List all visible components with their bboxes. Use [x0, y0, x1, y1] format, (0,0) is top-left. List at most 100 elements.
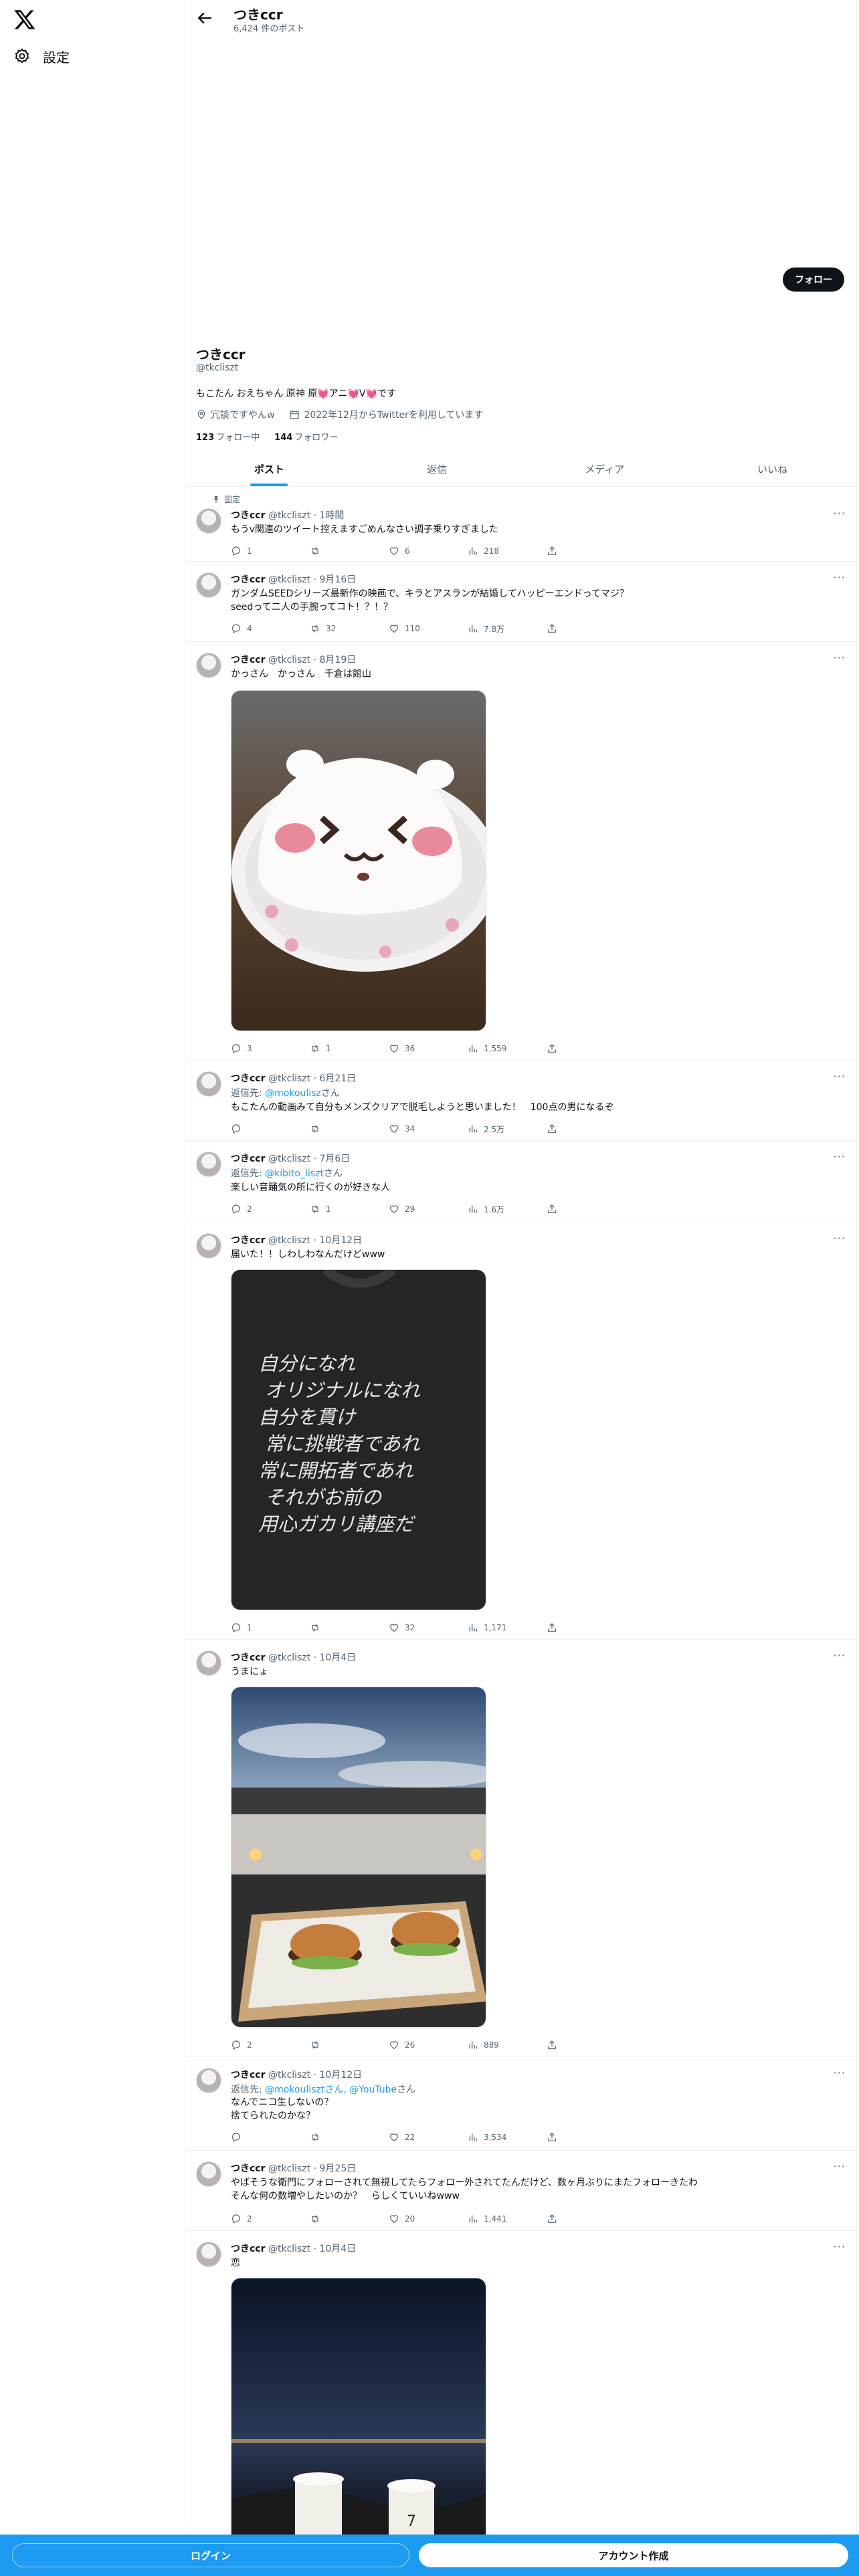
- tweet[interactable]: つきccr @tkcliszt · 6月21日 ··· 返信先: @mokoul…: [185, 1061, 856, 1141]
- views-button[interactable]: 7.8万: [468, 622, 547, 635]
- like-button[interactable]: 26: [389, 2038, 468, 2052]
- reply-button[interactable]: 1: [231, 1621, 310, 1634]
- retweet-button[interactable]: [310, 544, 389, 558]
- tweet[interactable]: つきccr @tkcliszt · 10月12日 ··· 返信先: @mokou…: [185, 2057, 856, 2151]
- more-icon[interactable]: ···: [834, 2160, 846, 2173]
- settings-link[interactable]: 設定: [13, 44, 70, 68]
- avatar[interactable]: [196, 2068, 221, 2093]
- login-button[interactable]: ログイン: [12, 2543, 409, 2567]
- tweet[interactable]: 固定 つきccr @tkcliszt · 1時間 ··· もうv関連のツイート控…: [185, 487, 856, 562]
- more-icon[interactable]: ···: [834, 651, 846, 664]
- retweet-button[interactable]: [310, 2038, 389, 2052]
- tab-media[interactable]: メディア: [521, 452, 689, 486]
- tweet-author[interactable]: つきccr: [231, 2244, 266, 2254]
- reply-button[interactable]: [231, 1122, 310, 1136]
- signup-button[interactable]: アカウント作成: [419, 2543, 848, 2567]
- tweet-author[interactable]: つきccr: [231, 510, 266, 521]
- tweet[interactable]: つきccr @tkcliszt · 7月6日 ··· 返信先: @kibito_…: [185, 1141, 856, 1222]
- avatar[interactable]: [196, 1152, 221, 1177]
- avatar[interactable]: [196, 1233, 221, 1259]
- reply-button[interactable]: 2: [231, 1202, 310, 1216]
- views-button[interactable]: 3,534: [468, 2131, 547, 2144]
- tweet-author[interactable]: つきccr: [231, 2070, 266, 2080]
- tweet[interactable]: つきccr @tkcliszt · 8月19日 ··· かっさん かっさん 千倉…: [185, 642, 856, 1061]
- tweet-author[interactable]: つきccr: [231, 574, 266, 585]
- reply-button[interactable]: 2: [231, 2038, 310, 2052]
- views-button[interactable]: 1,559: [468, 1042, 547, 1055]
- more-icon[interactable]: ···: [834, 1070, 846, 1083]
- retweet-button[interactable]: [310, 1621, 389, 1634]
- share-button[interactable]: [547, 1122, 557, 1136]
- retweet-button[interactable]: 1: [310, 1042, 389, 1055]
- tweet-photo-burgers[interactable]: [231, 1687, 486, 2028]
- reply-button[interactable]: 1: [231, 544, 310, 558]
- share-button[interactable]: [547, 1621, 557, 1634]
- avatar[interactable]: [196, 2242, 221, 2267]
- retweet-button[interactable]: 32: [310, 622, 389, 635]
- tweet-photo-tshirt[interactable]: 自分になれ オリジナルになれ 自分を貫け 常に挑戦者であれ 常に開拓者であれ それがお前の…: [231, 1269, 486, 1610]
- avatar[interactable]: [196, 653, 221, 678]
- retweet-button[interactable]: 1: [310, 1202, 389, 1216]
- like-button[interactable]: 34: [389, 1122, 468, 1136]
- views-button[interactable]: 218: [468, 544, 547, 558]
- more-icon[interactable]: ···: [834, 507, 846, 520]
- more-icon[interactable]: ···: [834, 2066, 846, 2079]
- like-button[interactable]: 36: [389, 1042, 468, 1055]
- tweet-author[interactable]: つきccr: [231, 1154, 266, 1164]
- tweet-author[interactable]: つきccr: [231, 1652, 266, 1663]
- tweet-author[interactable]: つきccr: [231, 655, 266, 665]
- tweet-photo-cake[interactable]: [231, 690, 486, 1031]
- retweet-button[interactable]: [310, 2131, 389, 2144]
- views-button[interactable]: 889: [468, 2038, 547, 2052]
- tweet-photo-night[interactable]: 7: [231, 2278, 486, 2576]
- more-icon[interactable]: ···: [834, 571, 846, 584]
- views-button[interactable]: 1.6万: [468, 1202, 547, 1216]
- share-button[interactable]: [547, 1042, 557, 1055]
- tweet[interactable]: つきccr @tkcliszt · 10月4日 ··· 恋 7: [185, 2231, 856, 2576]
- like-button[interactable]: 22: [389, 2131, 468, 2144]
- reply-button[interactable]: 3: [231, 1042, 310, 1055]
- back-arrow-icon[interactable]: [195, 8, 215, 28]
- avatar[interactable]: [196, 2161, 221, 2187]
- more-icon[interactable]: ···: [834, 1150, 846, 1163]
- tweet-author[interactable]: つきccr: [231, 1073, 266, 1084]
- share-button[interactable]: [547, 2038, 557, 2052]
- following-link[interactable]: 123 フォロー中: [196, 430, 260, 443]
- retweet-button[interactable]: [310, 2212, 389, 2226]
- reply-button[interactable]: [231, 2131, 310, 2144]
- like-button[interactable]: 6: [389, 544, 468, 558]
- tab-likes[interactable]: いいね: [688, 452, 856, 486]
- more-icon[interactable]: ···: [834, 2240, 846, 2253]
- followers-link[interactable]: 144 フォロワー: [274, 430, 338, 443]
- share-button[interactable]: [547, 2131, 557, 2144]
- tweet[interactable]: つきccr @tkcliszt · 10月12日 ··· 届いた！！しわしわなん…: [185, 1222, 856, 1640]
- reply-button[interactable]: 2: [231, 2212, 310, 2226]
- reply-mention-link[interactable]: @mokoulisz: [265, 1088, 321, 1099]
- tab-posts[interactable]: ポスト: [185, 452, 353, 486]
- avatar[interactable]: [196, 1650, 221, 1676]
- tweet[interactable]: つきccr @tkcliszt · 9月16日 ··· ガンダムSEEDシリーズ…: [185, 562, 856, 642]
- reply-mention-link[interactable]: @mokoulisztさん, @YouTube: [265, 2084, 397, 2095]
- views-button[interactable]: 1,441: [468, 2212, 547, 2226]
- share-button[interactable]: [547, 544, 557, 558]
- follow-button[interactable]: フォロー: [783, 267, 844, 292]
- more-icon[interactable]: ···: [834, 1649, 846, 1662]
- share-button[interactable]: [547, 2212, 557, 2226]
- tweet-author[interactable]: つきccr: [231, 2163, 266, 2174]
- more-icon[interactable]: ···: [834, 1232, 846, 1245]
- avatar[interactable]: [196, 1071, 221, 1097]
- x-logo-icon[interactable]: [13, 8, 36, 31]
- like-button[interactable]: 110: [389, 622, 468, 635]
- views-button[interactable]: 1,171: [468, 1621, 547, 1634]
- tweet[interactable]: つきccr @tkcliszt · 10月4日 ··· うまにょ 2 26 88…: [185, 1640, 856, 2057]
- like-button[interactable]: 32: [389, 1621, 468, 1634]
- reply-button[interactable]: 4: [231, 622, 310, 635]
- avatar[interactable]: [196, 508, 221, 534]
- share-button[interactable]: [547, 622, 557, 635]
- like-button[interactable]: 29: [389, 1202, 468, 1216]
- tweet-author[interactable]: つきccr: [231, 1235, 266, 1246]
- avatar[interactable]: [196, 572, 221, 598]
- tweet[interactable]: つきccr @tkcliszt · 9月25日 ··· やばそうな衛門にフォロー…: [185, 2151, 856, 2231]
- like-button[interactable]: 20: [389, 2212, 468, 2226]
- reply-mention-link[interactable]: @kibito_liszt: [265, 1168, 324, 1179]
